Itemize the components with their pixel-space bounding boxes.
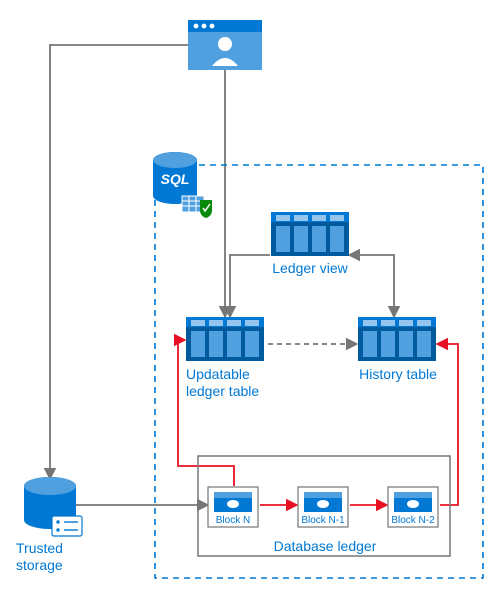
ledger-view-table-icon (271, 212, 349, 256)
block-n1-label: Block N-1 (301, 515, 345, 526)
history-table-icon (358, 317, 436, 361)
svg-text:SQL: SQL (161, 171, 190, 187)
updatable-ledger-table-icon (186, 317, 264, 361)
user-window-icon (188, 20, 262, 70)
history-table-label: History table (356, 366, 440, 383)
updatable-ledger-table-label: Updatable ledger table (186, 366, 271, 400)
block-n-label: Block N (216, 515, 250, 526)
trusted-storage-icon (24, 477, 82, 536)
ledger-view-label: Ledger view (270, 260, 350, 277)
arrow-blockn-to-updatable (178, 340, 234, 486)
arrow-n2-to-history (438, 344, 458, 505)
block-n2-label: Block N-2 (391, 515, 435, 526)
trusted-storage-label: Trusted storage (16, 540, 86, 574)
diagram-canvas: SQL (0, 0, 500, 590)
database-ledger-label: Database ledger (260, 538, 390, 555)
arrow-view-to-history (350, 255, 394, 316)
arrow-view-to-updatable (230, 255, 270, 316)
arrow-user-to-storage (50, 45, 188, 478)
sql-database-icon: SQL (153, 152, 212, 218)
